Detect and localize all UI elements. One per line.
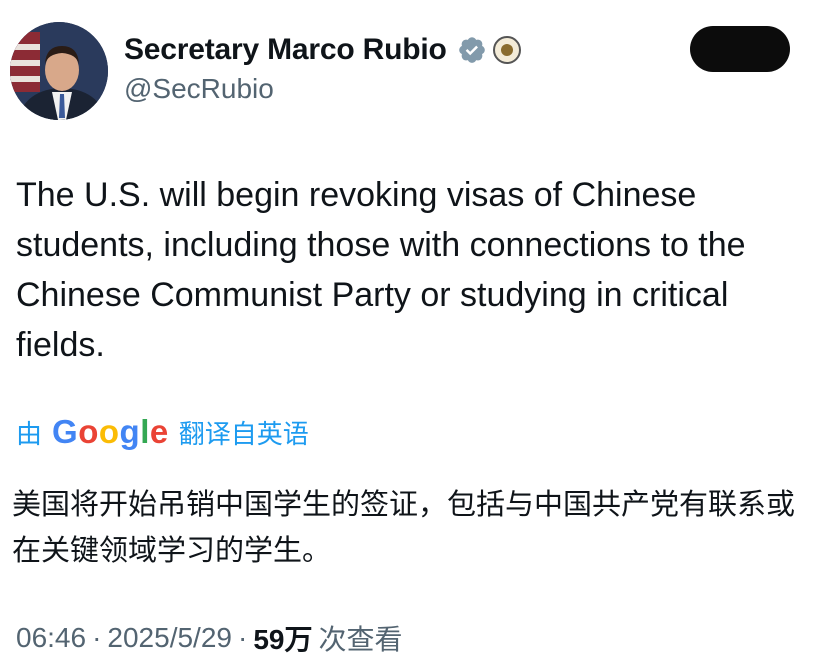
translation-suffix: 翻译自英语: [178, 418, 309, 449]
author-avatar[interactable]: [10, 22, 108, 120]
author-name-row: Secretary Marco Rubio: [124, 30, 521, 70]
avatar-portrait-icon: [10, 22, 108, 120]
translation-attribution[interactable]: 由 Google 翻译自英语: [16, 410, 309, 454]
post-meta: 06:46 · 2025/5/29 · 59万 次查看: [16, 618, 402, 658]
redacted-follow-button[interactable]: [690, 26, 790, 72]
translation-prefix: 由: [16, 418, 43, 449]
verified-check-icon[interactable]: [457, 35, 487, 65]
meta-separator: ·: [237, 622, 248, 653]
google-logo: Google: [52, 413, 169, 450]
views-count[interactable]: 59万: [253, 618, 312, 658]
meta-separator: ·: [92, 622, 102, 653]
post-text: The U.S. will begin revoking visas of Ch…: [16, 176, 746, 364]
state-department-seal-icon[interactable]: [492, 36, 521, 64]
views-label: 次查看: [318, 624, 403, 655]
author-display-name[interactable]: Secretary Marco Rubio: [124, 33, 447, 67]
post-date[interactable]: 2025/5/29: [107, 622, 232, 654]
post-time[interactable]: 06:46: [16, 622, 86, 654]
translated-text: 美国将开始吊销中国学生的签证，包括与中国共产党有联系或在关键领域学习的学生。: [12, 489, 796, 567]
author-handle[interactable]: @SecRubio: [124, 73, 274, 105]
